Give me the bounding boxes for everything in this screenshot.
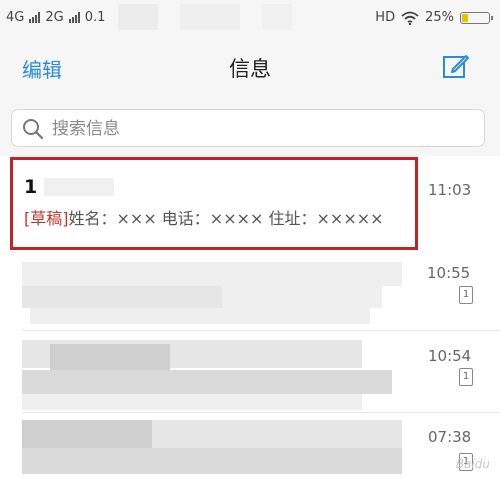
hd-label: HD xyxy=(375,10,396,25)
blurred-area xyxy=(44,178,114,196)
divider xyxy=(22,412,500,413)
search-bar xyxy=(0,98,500,156)
message-time: 10:55 xyxy=(427,264,471,282)
signal-icon xyxy=(29,12,41,23)
blurred-area xyxy=(118,4,158,30)
search-input[interactable] xyxy=(50,115,474,143)
nav-bar: 信息 编辑 xyxy=(0,36,500,98)
message-time: 07:38 xyxy=(428,428,472,446)
blurred-area xyxy=(180,4,240,30)
draft-badge: [草稿] xyxy=(24,209,69,228)
blurred-area xyxy=(30,308,370,324)
blurred-area xyxy=(222,286,382,308)
sender-name: 1 xyxy=(24,176,39,198)
blurred-area xyxy=(22,286,222,308)
preview-text: 姓名：××× 电话：×××× 住址：××××× xyxy=(68,209,384,228)
search-box[interactable] xyxy=(11,109,485,147)
divider xyxy=(22,330,500,331)
network-label-1: 4G xyxy=(6,10,25,25)
edit-button[interactable]: 编辑 xyxy=(22,54,62,83)
battery-icon xyxy=(460,11,493,24)
message-time: 11:03 xyxy=(428,181,472,199)
network-label-2: 2G xyxy=(45,10,64,25)
battery-level xyxy=(462,13,468,22)
watermark-logo: Baidu xyxy=(455,457,490,471)
message-preview: [草稿]姓名：××× 电话：×××× 住址：××××× xyxy=(24,205,384,229)
blurred-area xyxy=(22,448,402,474)
sim-icon: 1 xyxy=(459,286,473,304)
signal-icon-2 xyxy=(68,12,80,23)
message-time: 10:54 xyxy=(428,347,472,365)
status-right: HD 25% xyxy=(375,10,493,25)
status-left: 4G 2G 0.1 xyxy=(6,10,105,25)
blurred-area xyxy=(22,420,152,448)
blurred-area xyxy=(22,262,402,286)
blurred-area xyxy=(262,4,292,30)
battery-percent: 25% xyxy=(425,10,454,25)
blurred-area xyxy=(22,370,392,394)
wifi-icon xyxy=(401,11,419,25)
blurred-area xyxy=(50,344,170,370)
blurred-area xyxy=(22,394,362,410)
status-bar: 4G 2G 0.1 HD 25% xyxy=(0,0,500,36)
blurred-area xyxy=(152,420,402,448)
page-title: 信息 xyxy=(229,57,271,81)
search-icon xyxy=(23,119,44,140)
compose-icon[interactable] xyxy=(442,52,470,80)
sim-icon: 1 xyxy=(459,368,473,386)
carrier-partial: 0.1 xyxy=(84,10,106,25)
